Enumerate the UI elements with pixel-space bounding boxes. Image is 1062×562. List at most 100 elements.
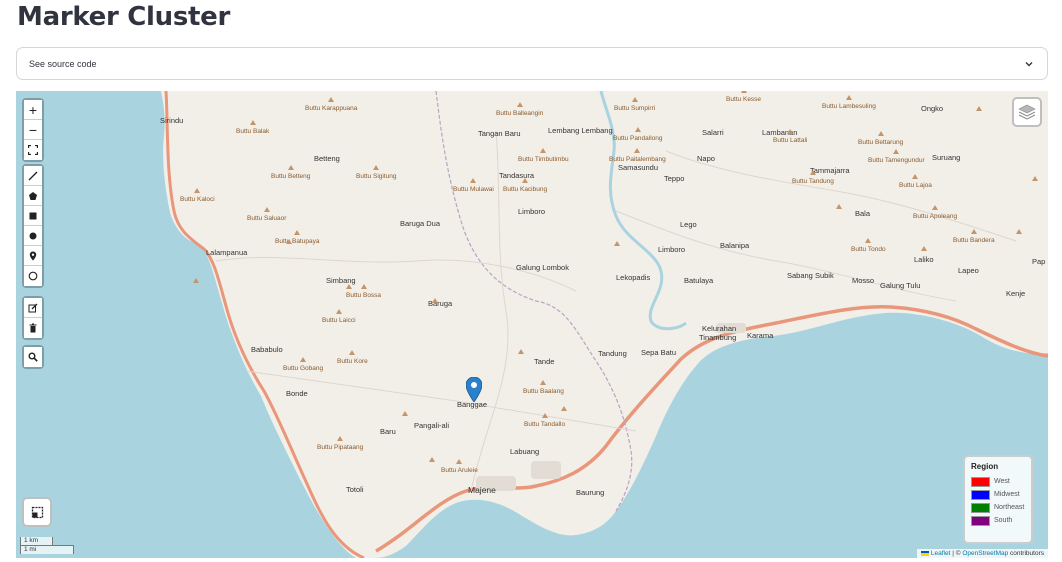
attribution-separator: | © bbox=[950, 550, 963, 557]
scale-bar: 1 km 1 mi bbox=[20, 537, 74, 554]
place-tammajarra: Tammajarra bbox=[810, 166, 850, 175]
peak-kacibung: Buttu Kacibung bbox=[503, 178, 548, 193]
place-lekopadis: Lekopadis bbox=[616, 273, 651, 282]
fullscreen-icon bbox=[28, 145, 38, 155]
search-button[interactable] bbox=[24, 347, 42, 367]
place-tandung: Tandung bbox=[598, 349, 627, 358]
peak-kaloci: Buttu Kaloci bbox=[180, 188, 215, 203]
zoom-out-button[interactable]: − bbox=[24, 120, 42, 140]
osm-link[interactable]: OpenStreetMap bbox=[962, 550, 1008, 557]
search-icon bbox=[28, 352, 38, 362]
peak-marker bbox=[1032, 176, 1038, 181]
circle-icon bbox=[28, 271, 38, 281]
place-kelurahan: Kelurahan bbox=[702, 324, 737, 333]
draw-circle-button[interactable] bbox=[24, 266, 42, 286]
place-pap: Pap bbox=[1032, 257, 1046, 266]
place-lego: Lego bbox=[680, 220, 697, 229]
draw-rectangle-button[interactable] bbox=[24, 206, 42, 226]
peak-apoleang: Buttu Apoleang bbox=[913, 205, 958, 220]
place-labuang: Labuang bbox=[510, 447, 540, 456]
layers-button[interactable] bbox=[1012, 97, 1042, 127]
peak-bandera: Buttu Bandera bbox=[953, 229, 995, 244]
chevron-down-icon bbox=[1025, 61, 1033, 66]
place-sirindu: Sirindu bbox=[160, 116, 184, 125]
place-tande: Tande bbox=[534, 357, 555, 366]
legend-swatch bbox=[971, 515, 990, 526]
legend-item: Northeast bbox=[971, 501, 1025, 514]
place-suruang: Suruang bbox=[932, 153, 961, 162]
place-laliko: Laliko bbox=[914, 255, 934, 264]
legend-label: South bbox=[994, 517, 1013, 524]
place-bonde: Bonde bbox=[286, 389, 308, 398]
place-totoli: Totoli bbox=[346, 485, 364, 494]
place-salarri: Salarri bbox=[702, 128, 724, 137]
zoom-in-button[interactable]: + bbox=[24, 100, 42, 120]
circle-marker-icon bbox=[29, 232, 37, 239]
peak-sigitung: Buttu Sigitung bbox=[356, 165, 397, 180]
peak-betteng: Buttu Betteng bbox=[271, 165, 311, 180]
marker-icon bbox=[29, 251, 37, 260]
fullscreen-button[interactable] bbox=[24, 140, 42, 160]
peak-marker bbox=[614, 241, 620, 246]
page-title: Marker Cluster bbox=[17, 2, 231, 32]
peak-gobang: Buttu Gobang bbox=[283, 357, 324, 372]
leaflet-link[interactable]: Leaflet bbox=[931, 550, 951, 557]
peak-tandallo: Buttu Tandallo bbox=[524, 413, 566, 428]
peak-marker bbox=[346, 284, 352, 289]
place-lalampanua: Lalampanua bbox=[206, 248, 248, 257]
marker-label: Banggae bbox=[457, 400, 488, 409]
peak-laicci: Buttu Laicci bbox=[322, 309, 356, 324]
peak-lattali: Buttu Lattali bbox=[773, 129, 808, 144]
minus-icon: − bbox=[28, 121, 38, 138]
peak-aruleie: Buttu Aruleie bbox=[441, 459, 478, 474]
legend-swatch bbox=[971, 476, 990, 487]
place-baruga-dua: Baruga Dua bbox=[400, 219, 441, 228]
layers-icon bbox=[1018, 104, 1036, 120]
legend-item: Midwest bbox=[971, 488, 1025, 501]
peak-tandung: Buttu Tandung bbox=[792, 170, 834, 185]
attribution: Leaflet | © OpenStreetMap contributors bbox=[916, 549, 1048, 558]
rectangle-icon bbox=[29, 212, 37, 219]
peak-tondo: Buttu Tondo bbox=[851, 238, 886, 253]
legend: Region West Midwest Northeast South bbox=[963, 455, 1033, 544]
peak-marker bbox=[561, 406, 567, 411]
attribution-suffix: contributors bbox=[1008, 550, 1044, 557]
legend-title: Region bbox=[971, 462, 999, 471]
place-baru: Baru bbox=[380, 427, 396, 436]
peak-bossa: Buttu Bossa bbox=[346, 284, 382, 299]
map-marker-icon[interactable] bbox=[466, 377, 482, 402]
place-tandasura: Tandasura bbox=[499, 171, 535, 180]
peak-paitalembang: Buttu Paitalembang bbox=[609, 148, 666, 163]
peak-balak: Buttu Balak bbox=[236, 120, 270, 135]
source-code-expander[interactable]: See source code bbox=[16, 47, 1048, 80]
place-bala: Bala bbox=[855, 209, 871, 218]
edit-layers-button[interactable] bbox=[24, 298, 42, 318]
edit-icon bbox=[28, 303, 38, 312]
place-teppo: Teppo bbox=[664, 174, 685, 183]
place-sepa-batu: Sepa Batu bbox=[641, 348, 677, 357]
place-limboro-2: Limboro bbox=[658, 245, 686, 254]
peak-marker bbox=[921, 246, 927, 251]
draw-circle-marker-button[interactable] bbox=[24, 226, 42, 246]
draw-polygon-button[interactable] bbox=[24, 186, 42, 206]
peak-bettarung: Buttu Bettarung bbox=[858, 131, 904, 146]
legend-item: South bbox=[971, 514, 1025, 527]
polyline-icon bbox=[28, 171, 38, 180]
peak-marker bbox=[1016, 229, 1022, 234]
map[interactable]: Sirindu Lalampanua Betteng Baruga Dua Si… bbox=[16, 91, 1048, 558]
trash-icon bbox=[29, 323, 37, 333]
peak-marker bbox=[193, 278, 199, 283]
draw-marker-button[interactable] bbox=[24, 246, 42, 266]
place-lapeo: Lapeo bbox=[958, 266, 979, 275]
draw-polyline-button[interactable] bbox=[24, 166, 42, 186]
edit-toolbar bbox=[22, 296, 44, 340]
place-mosso: Mosso bbox=[852, 276, 875, 285]
place-kenje: Kenje bbox=[1006, 289, 1026, 298]
legend-swatch bbox=[971, 502, 990, 513]
expander-label: See source code bbox=[29, 58, 97, 69]
delete-layers-button[interactable] bbox=[24, 318, 42, 338]
legend-label: Midwest bbox=[994, 491, 1020, 498]
peak-karappuana: Buttu Karappuana bbox=[305, 97, 358, 112]
place-galung-tulu: Galung Tulu bbox=[880, 281, 921, 290]
crop-button[interactable] bbox=[22, 497, 52, 527]
